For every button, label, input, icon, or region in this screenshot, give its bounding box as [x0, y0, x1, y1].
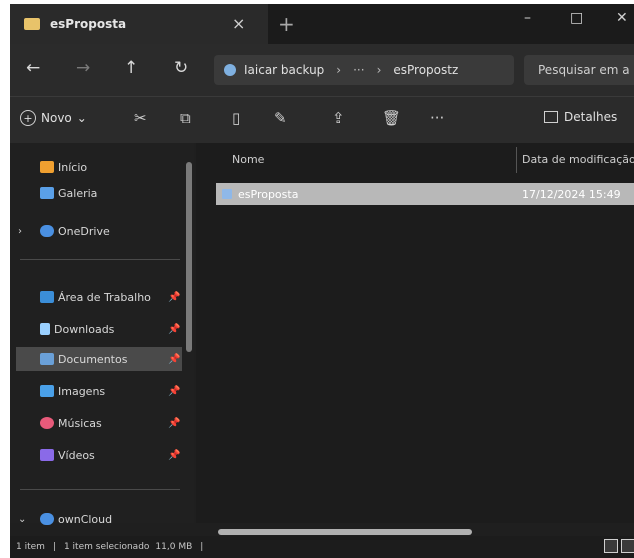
breadcrumb-segment-current[interactable]: esPropostz	[393, 63, 458, 77]
status-separator: |	[52, 542, 56, 552]
column-header-name[interactable]: Nome	[232, 153, 264, 166]
pin-icon: 📌	[168, 353, 181, 365]
cloud-icon	[40, 513, 54, 525]
close-tab-icon[interactable]: ×	[232, 14, 245, 33]
view-toggle	[604, 539, 634, 553]
cloud-icon	[40, 225, 54, 237]
address-bar[interactable]: Iaicar backup › ··· › esPropostz	[214, 55, 514, 85]
sidebar-item-label: Vídeos	[58, 448, 95, 462]
plus-icon: +	[20, 110, 36, 126]
videos-icon	[40, 449, 54, 461]
home-icon	[40, 161, 54, 173]
new-tab-button[interactable]: +	[278, 12, 295, 36]
breadcrumb-more[interactable]: ···	[353, 63, 364, 77]
images-icon	[40, 385, 54, 397]
column-separator[interactable]	[516, 147, 517, 173]
zip-folder-icon	[222, 189, 232, 199]
details-button[interactable]: Detalhes	[544, 110, 617, 124]
download-icon	[40, 323, 50, 335]
refresh-button[interactable]: ↻	[174, 58, 188, 78]
command-bar: + Novo ⌄ ✂ ⧉ ▯ ✎ ⇪ 🗑 ··· Detalhes	[10, 96, 634, 143]
gallery-icon	[40, 187, 54, 199]
pin-icon: 📌	[168, 449, 181, 461]
search-placeholder: Pesquisar em a	[538, 63, 630, 77]
selected-count: 1 item selecionado	[63, 542, 150, 552]
pin-icon: 📌	[168, 385, 181, 397]
sidebar-item-videos[interactable]: Vídeos 📌	[10, 443, 190, 467]
chevron-right-icon[interactable]: ›	[18, 226, 22, 237]
sidebar-item-musicas[interactable]: Músicas 📌	[10, 411, 190, 435]
tiles-view-button[interactable]	[621, 539, 634, 553]
minimize-button[interactable]: –	[524, 10, 531, 26]
up-button[interactable]: ↑	[124, 58, 138, 78]
breadcrumb-segment[interactable]: Iaicar backup	[244, 63, 324, 77]
back-button[interactable]: ←	[26, 58, 40, 78]
sidebar-item-documentos[interactable]: Documentos 📌	[16, 347, 182, 371]
sidebar-divider	[20, 259, 180, 260]
rename-icon[interactable]: ✎	[274, 109, 287, 127]
file-row[interactable]: esProposta 17/12/2024 15:49	[216, 183, 634, 205]
sidebar-item-label: ownCloud	[58, 512, 113, 526]
horizontal-scrollbar[interactable]	[218, 529, 472, 535]
file-date: 17/12/2024 15:49	[522, 187, 621, 201]
details-view-button[interactable]	[604, 539, 618, 553]
new-label: Novo	[41, 111, 72, 125]
desktop-icon	[40, 291, 54, 303]
title-bar: esProposta × + – □ ✕	[10, 4, 634, 44]
breadcrumb-separator: ›	[376, 63, 382, 77]
sidebar-divider	[20, 489, 180, 490]
sidebar-item-downloads[interactable]: Downloads 📌	[10, 317, 190, 341]
new-button[interactable]: + Novo ⌄	[20, 110, 87, 126]
sidebar-item-label: Galeria	[58, 186, 98, 200]
sidebar-item-label: OneDrive	[58, 224, 110, 238]
tab-esproposta[interactable]: esProposta ×	[10, 4, 268, 44]
sidebar-item-label: Imagens	[58, 384, 106, 398]
status-bar: 1 item | 1 item selecionado 11,0 MB |	[10, 536, 634, 558]
sidebar-item-label: Downloads	[54, 322, 115, 336]
sidebar-item-area-de-trabalho[interactable]: Área de Trabalho 📌	[10, 285, 190, 309]
details-icon	[544, 111, 558, 123]
pin-icon: 📌	[168, 291, 181, 303]
copy-icon[interactable]: ⧉	[180, 109, 191, 127]
chevron-down-icon[interactable]: ⌄	[18, 514, 26, 525]
more-options-icon[interactable]: ···	[430, 109, 444, 127]
sidebar-item-label: Área de Trabalho	[58, 290, 151, 304]
sidebar-scrollbar[interactable]	[186, 162, 192, 352]
delete-icon[interactable]: 🗑	[382, 109, 401, 127]
column-header-date[interactable]: Data de modificação	[522, 153, 634, 166]
sidebar-item-label: Início	[58, 160, 88, 174]
sidebar-item-onedrive[interactable]: › OneDrive	[10, 219, 190, 243]
sidebar-item-galeria[interactable]: Galeria	[10, 181, 190, 205]
pin-icon: 📌	[168, 323, 181, 335]
maximize-button[interactable]: □	[570, 10, 583, 26]
chevron-down-icon: ⌄	[76, 111, 87, 125]
breadcrumb-separator: ›	[336, 63, 342, 77]
share-icon[interactable]: ⇪	[332, 109, 345, 127]
sidebar-item-owncloud[interactable]: ⌄ ownCloud	[10, 507, 190, 531]
tab-title: esProposta	[50, 17, 127, 31]
sidebar-item-label: Músicas	[58, 416, 102, 430]
file-explorer-window: esProposta × + – □ ✕ ← → ↑ ↻ Iaicar back…	[10, 4, 634, 558]
forward-button[interactable]: →	[76, 58, 90, 78]
file-name: esProposta	[238, 187, 299, 201]
documents-icon	[40, 353, 54, 365]
address-row: ← → ↑ ↻ Iaicar backup › ··· › esPropostz…	[10, 44, 634, 96]
navigation-pane: Início Galeria › OneDrive Área de Trabal…	[10, 143, 194, 526]
selected-size: 11,0 MB	[155, 542, 193, 552]
details-label: Detalhes	[564, 110, 618, 124]
sidebar-item-inicio[interactable]: Início	[10, 155, 190, 179]
sidebar-item-label: Documentos	[58, 352, 128, 366]
cut-icon[interactable]: ✂	[134, 109, 147, 127]
sidebar-item-imagens[interactable]: Imagens 📌	[10, 379, 190, 403]
file-list: Nome Data de modificação esProposta 17/1…	[196, 143, 634, 535]
folder-icon	[24, 18, 40, 30]
item-count: 1 item	[16, 542, 45, 552]
drive-icon	[224, 64, 236, 76]
close-button[interactable]: ✕	[616, 10, 628, 26]
status-separator: |	[200, 542, 204, 552]
pin-icon: 📌	[168, 417, 181, 429]
music-icon	[40, 417, 54, 429]
paste-icon[interactable]: ▯	[232, 109, 240, 127]
search-input[interactable]: Pesquisar em a	[524, 55, 634, 85]
